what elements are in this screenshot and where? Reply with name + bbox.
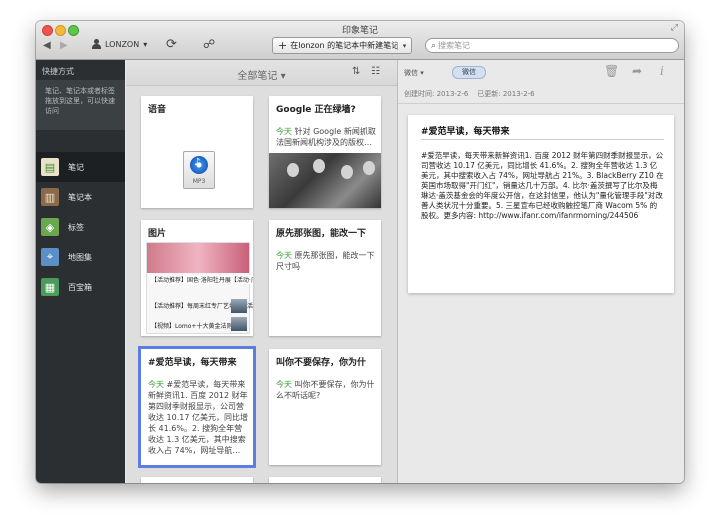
note-card-snippet: 今天 针对 Google 新闻抓取法国新闻机构涉及的版权… [276,126,376,150]
account-menu[interactable]: LONZON ▾ [92,39,147,49]
sidebar-item-label: 百宝箱 [68,282,92,292]
note-editor: 微信 ▾ 微信 🗑 ➦ i 创建时间: 2013-2-6 已更新: 2013-2… [398,60,684,483]
shortcuts-hint: 笔记、笔记本或者标签拖放到这里，可以快速访问 [45,87,115,115]
sidebar-item-notebooks[interactable]: ▥ 笔记本 [36,182,125,212]
market-icon: ▦ [41,278,59,296]
note-card[interactable] [141,477,253,483]
new-note-label: 在lonzon 的笔记本中新建笔记 [290,41,397,50]
trash-icon[interactable]: 🗑 [604,64,619,78]
note-card-snippet: 今天 叫你不要保存，你为什么不听话呢? [276,379,376,401]
updated-date: 已更新: 2013-2-6 [477,90,535,98]
new-note-dropdown[interactable]: ▾ [397,41,411,50]
sidebar-item-atlas[interactable]: ⌖ 地图集 [36,242,125,272]
window-title: 印象笔记 [341,26,378,36]
thumb-text-line: 【活动推荐】国色·洛阳牡丹展【活动·广州】 [151,275,253,284]
share-icon[interactable]: ➦ [632,64,642,78]
sidebar-item-notes[interactable]: ▤ 笔记 [36,152,125,182]
info-icon[interactable]: i [660,64,664,78]
sidebar-item-label: 笔记 [68,162,84,172]
note-title[interactable]: #爱范早读，每天带来 [421,124,510,137]
user-icon [92,39,101,49]
note-meta: 创建时间: 2013-2-6 已更新: 2013-2-6 [404,89,535,99]
new-note-button[interactable]: + 在lonzon 的笔记本中新建笔记 ▾ [272,37,412,54]
search-icon: ⌕ [431,40,437,51]
fullscreen-icon[interactable]: ⤢ [671,23,678,33]
note-card-selected[interactable]: #爱范早读，每天带来 今天 #爱范早读，每天带来新鲜资讯1. 百度 2012 财… [141,349,253,465]
sync-icon[interactable]: ⟳ [166,37,177,52]
shortcuts-header: 快捷方式 [42,67,74,76]
note-card-title: Google 正在绿墙? [276,105,356,115]
thumb-text-line: 【视频】Lomo+十大黄金法则 [151,323,233,330]
sidebar: 快捷方式 笔记、笔记本或者标签拖放到这里，可以快速访问 ▤ 笔记 ▥ 笔记本 ◈… [36,60,125,483]
notes-icon: ▤ [41,158,59,176]
divider [421,139,664,140]
note-snippet-text: #爱范早读，每天带来新鲜资讯1. 百度 2012 财年第四财季财报显示，公司营收… [148,380,248,455]
note-card-title: 原先那张图，能改一下 [276,229,367,239]
note-card[interactable] [269,477,381,483]
note-date: 今天 [276,127,292,136]
sidebar-item-label: 标签 [68,222,84,232]
activity-icon[interactable]: ☍ [203,37,215,51]
note-card-snippet: 今天 原先那张图，能改一下尺寸吗 [276,250,376,272]
note-card[interactable]: 图片 【活动推荐】国色·洛阳牡丹展【活动·广州】 【活动推荐】每周末红专厂艺墟见… [141,220,253,336]
tag-chip[interactable]: 微信 [452,66,486,79]
search-field[interactable]: ⌕ 搜索笔记 [425,38,679,53]
note-card[interactable]: 原先那张图，能改一下 今天 原先那张图，能改一下尺寸吗 [269,220,381,336]
note-card-title: #爱范早读，每天带来 [148,358,237,368]
sidebar-item-tags[interactable]: ◈ 标签 [36,212,125,242]
note-list-header: 全部笔记 ▾ ⇅ ☷ [126,60,397,86]
note-date: 今天 [148,380,164,389]
sidebar-item-market[interactable]: ▦ 百宝箱 [36,272,125,302]
titlebar: 印象笔记 ⤢ ◀ ▶ LONZON ▾ ⟳ ☍ + 在lonzon 的笔记本中新… [36,21,684,60]
note-card[interactable]: Google 正在绿墙? 今天 针对 Google 新闻抓取法国新闻机构涉及的版… [269,96,381,208]
divider [398,103,684,104]
note-card[interactable]: 语音 ♪ MP3 [141,96,253,208]
notebook-name: 微信 [404,69,418,77]
note-date: 今天 [276,251,292,260]
note-content[interactable]: #爱范早读，每天带来 #爱范早读，每天带来新鲜资讯1. 百度 2012 财年第四… [408,115,674,293]
note-card-title: 图片 [148,229,167,239]
mp3-icon: ♪ MP3 [183,151,215,189]
mp3-label: MP3 [192,178,206,185]
back-button[interactable]: ◀ [43,40,51,51]
sidebar-item-label: 地图集 [68,252,92,262]
atlas-icon: ⌖ [41,248,59,266]
account-name: LONZON [105,39,140,49]
plus-icon: + [278,39,288,52]
app-window: 印象笔记 ⤢ ◀ ▶ LONZON ▾ ⟳ ☍ + 在lonzon 的笔记本中新… [36,21,684,483]
editor-toolbar: 微信 ▾ 微信 🗑 ➦ i [398,60,684,85]
forward-button[interactable]: ▶ [60,40,68,51]
note-thumbnail-image: 【活动推荐】国色·洛阳牡丹展【活动·广州】 【活动推荐】每周末红专厂艺墟见【活动… [146,242,253,334]
note-list-title: 全部笔记 [237,71,278,82]
note-list: 全部笔记 ▾ ⇅ ☷ 语音 ♪ MP3 Google 正在绿墙? 今天 针对 G… [126,60,398,483]
notebooks-icon: ▥ [41,188,59,206]
note-card-title: 叫你不要保存，你为什 [276,358,367,368]
chevron-down-icon: ▾ [420,69,424,77]
sidebar-item-label: 笔记本 [68,192,92,202]
search-input[interactable]: 搜索笔记 [438,40,470,51]
sort-icon[interactable]: ⇅ [352,66,360,77]
note-thumbnail-photo [269,153,381,208]
chevron-down-icon: ▾ [143,39,148,49]
chevron-down-icon: ▾ [280,71,286,82]
view-options-icon[interactable]: ☷ [371,66,380,77]
note-card-title: 语音 [148,105,167,115]
tags-icon: ◈ [41,218,59,236]
note-card-snippet: 今天 #爱范早读，每天带来新鲜资讯1. 百度 2012 财年第四财季财报显示，公… [148,379,248,456]
note-date: 今天 [276,380,292,389]
shortcuts-dropzone[interactable]: 笔记、笔记本或者标签拖放到这里，可以快速访问 [36,80,125,130]
created-date: 创建时间: 2013-2-6 [404,90,469,98]
note-body[interactable]: #爱范早读，每天带来新鲜资讯1. 百度 2012 财年第四财季财报显示，公司营收… [421,151,664,221]
notebook-selector[interactable]: 微信 ▾ [404,68,424,78]
note-card[interactable]: 叫你不要保存，你为什 今天 叫你不要保存，你为什么不听话呢? [269,349,381,465]
